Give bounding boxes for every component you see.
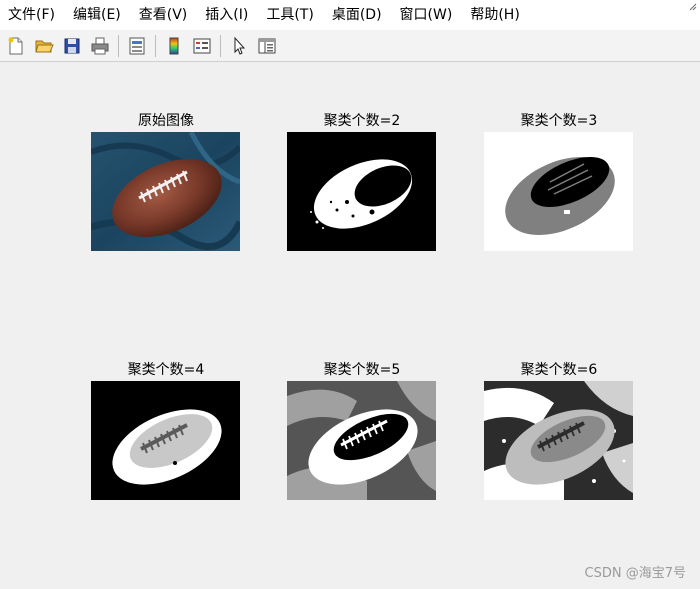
cluster-image-k2	[287, 132, 436, 251]
menu-edit[interactable]: 编辑(E)	[64, 0, 130, 30]
menu-insert[interactable]: 插入(I)	[196, 0, 257, 30]
print-icon	[91, 37, 109, 54]
print-button[interactable]	[88, 34, 112, 58]
insert-colorbar-button[interactable]	[162, 34, 186, 58]
menu-bar: 文件(F) 编辑(E) 查看(V) 插入(I) 工具(T) 桌面(D) 窗口(W…	[0, 0, 700, 31]
property-editor-icon	[258, 38, 276, 53]
menu-tools[interactable]: 工具(T)	[257, 0, 322, 30]
subplot-title: 聚类个数=4	[127, 362, 205, 378]
cluster-image-k4	[91, 381, 240, 500]
watermark: CSDN @海宝7号	[584, 566, 686, 581]
insert-legend-icon	[193, 38, 211, 53]
menu-view[interactable]: 查看(V)	[130, 0, 197, 30]
cluster-image-k3	[484, 132, 633, 251]
new-file-icon	[8, 37, 23, 54]
subplot-title: 聚类个数=5	[323, 362, 401, 378]
select-pointer-icon	[234, 36, 246, 55]
save-button[interactable]	[60, 34, 84, 58]
cluster-image-k5	[287, 381, 436, 500]
menu-file[interactable]: 文件(F)	[0, 0, 64, 30]
subplot-title: 聚类个数=2	[323, 113, 401, 129]
toolbar-separator	[155, 34, 156, 57]
resize-grip-icon[interactable]	[688, 2, 698, 12]
select-pointer-button[interactable]	[227, 34, 251, 58]
new-file-button[interactable]	[4, 34, 28, 58]
cluster-image-k6	[484, 381, 633, 500]
print-preview-icon	[129, 37, 145, 54]
property-editor-button[interactable]	[255, 34, 279, 58]
subplot-title: 聚类个数=3	[520, 113, 598, 129]
toolbar-separator	[220, 34, 221, 57]
menu-help[interactable]: 帮助(H)	[461, 0, 528, 30]
toolbar	[0, 30, 700, 62]
subplot-title: 原始图像	[138, 113, 194, 129]
toolbar-separator	[118, 34, 119, 57]
save-icon	[64, 38, 80, 53]
menu-desktop[interactable]: 桌面(D)	[323, 0, 391, 30]
print-preview-button[interactable]	[125, 34, 149, 58]
insert-colorbar-icon	[169, 37, 179, 54]
open-folder-icon	[35, 40, 54, 52]
open-folder-button[interactable]	[32, 34, 56, 58]
menu-window[interactable]: 窗口(W)	[391, 0, 462, 30]
subplot-title: 聚类个数=6	[520, 362, 598, 378]
insert-legend-button[interactable]	[190, 34, 214, 58]
original-image	[91, 132, 240, 251]
